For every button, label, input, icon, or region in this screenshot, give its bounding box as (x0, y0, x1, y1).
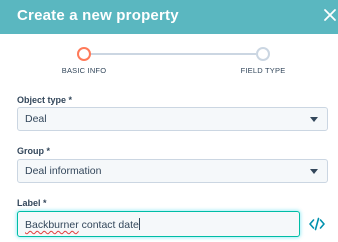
group-value: Deal information (25, 165, 102, 177)
step-basic-info-label: BASIC INFO (61, 66, 107, 75)
label-input[interactable]: Backburner contact date (17, 211, 300, 237)
object-type-label: Object type * (17, 95, 73, 105)
step-field-type-label: FIELD TYPE (240, 66, 286, 75)
chevron-down-icon (310, 169, 318, 174)
object-type-value: Deal (25, 113, 47, 125)
group-select[interactable]: Deal information (17, 159, 328, 183)
label-input-rest: contact date (78, 219, 139, 231)
misspelled-word: Backburner (25, 219, 79, 231)
group-label: Group * (17, 146, 50, 156)
object-type-select[interactable]: Deal (17, 107, 328, 131)
dialog-title: Create a new property (17, 7, 179, 24)
stepper-track (90, 53, 256, 55)
label-input-value: Backburner contact date (25, 218, 140, 231)
chevron-down-icon (310, 117, 318, 122)
dialog-header: Create a new property (0, 0, 338, 34)
label-field-label: Label * (17, 198, 47, 208)
step-field-type-dot (256, 47, 270, 61)
text-cursor (138, 218, 140, 230)
step-basic-info-dot (77, 47, 91, 61)
code-icon[interactable] (309, 217, 325, 231)
close-icon[interactable] (322, 7, 338, 23)
progress-stepper: BASIC INFO FIELD TYPE (0, 34, 338, 82)
